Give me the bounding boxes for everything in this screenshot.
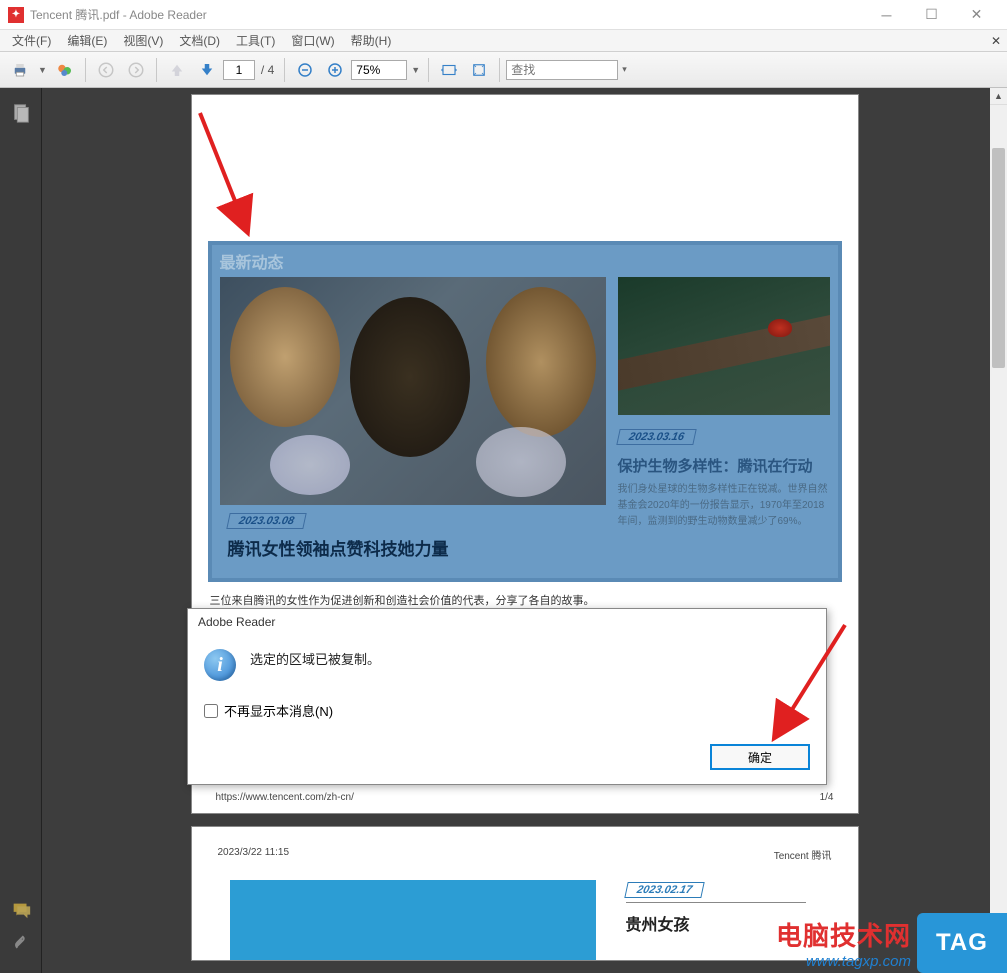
article-main-image xyxy=(220,277,606,505)
article-main-subtitle: 三位来自腾讯的女性作为促进创新和创造社会价值的代表，分享了各自的故事。 xyxy=(192,582,858,608)
info-icon: i xyxy=(204,649,236,681)
vertical-scrollbar[interactable]: ▲ xyxy=(990,88,1007,973)
page-down-button[interactable] xyxy=(193,56,221,84)
print-dropdown-icon[interactable]: ▼ xyxy=(36,65,49,75)
page2-header-left: 2023/3/22 11:15 xyxy=(218,847,290,862)
search-input[interactable] xyxy=(506,60,618,80)
titlebar: ✦ Tencent 腾讯.pdf - Adobe Reader ─ ☐ ✕ xyxy=(0,0,1007,30)
page2-title: 贵州女孩 xyxy=(626,911,832,935)
menu-view[interactable]: 视图(V) xyxy=(115,30,171,51)
zoom-dropdown-icon[interactable]: ▼ xyxy=(409,65,422,75)
scroll-up-icon[interactable]: ▲ xyxy=(990,88,1007,105)
menu-help[interactable]: 帮助(H) xyxy=(343,30,400,51)
app-icon: ✦ xyxy=(8,7,24,23)
footer-url: https://www.tencent.com/zh-cn/ xyxy=(216,792,354,803)
page-footer: https://www.tencent.com/zh-cn/ 1/4 xyxy=(192,792,858,803)
scroll-thumb[interactable] xyxy=(992,148,1005,368)
toolbar: ▼ / 4 ▼ ▾ xyxy=(0,52,1007,88)
separator xyxy=(428,58,429,82)
article-main-date: 2023.03.08 xyxy=(226,513,306,529)
menu-window[interactable]: 窗口(W) xyxy=(283,30,342,51)
window-controls: ─ ☐ ✕ xyxy=(864,1,999,29)
attachments-panel-icon[interactable] xyxy=(10,935,32,957)
separator xyxy=(156,58,157,82)
menu-edit[interactable]: 编辑(E) xyxy=(59,30,115,51)
sidebar xyxy=(0,88,42,973)
menu-file[interactable]: 文件(F) xyxy=(4,30,59,51)
document-close-icon[interactable]: ✕ xyxy=(991,34,1001,48)
page2-image xyxy=(230,880,596,960)
article-main-title: 腾讯女性领袖点赞科技她力量 xyxy=(220,533,606,566)
copy-dialog: Adobe Reader i 选定的区域已被复制。 不再显示本消息(N) 确定 xyxy=(187,608,827,785)
zoom-out-button[interactable] xyxy=(291,56,319,84)
nav-forward-button[interactable] xyxy=(122,56,150,84)
article-side-date: 2023.03.16 xyxy=(616,429,696,445)
footer-page-number: 1/4 xyxy=(820,792,834,803)
article-side-image xyxy=(618,277,830,415)
minimize-button[interactable]: ─ xyxy=(864,1,909,29)
pdf-page-2: 2023/3/22 11:15 Tencent 腾讯 2023.02.17 贵州… xyxy=(191,826,859,961)
maximize-button[interactable]: ☐ xyxy=(909,1,954,29)
dont-show-checkbox[interactable] xyxy=(204,704,218,718)
window-title: Tencent 腾讯.pdf - Adobe Reader xyxy=(30,6,864,23)
dialog-checkbox-row: 不再显示本消息(N) xyxy=(188,689,826,736)
dont-show-label: 不再显示本消息(N) xyxy=(224,701,333,720)
separator xyxy=(85,58,86,82)
page-number-input[interactable] xyxy=(223,60,255,80)
ok-button[interactable]: 确定 xyxy=(710,744,810,770)
close-button[interactable]: ✕ xyxy=(954,1,999,29)
page-up-button[interactable] xyxy=(163,56,191,84)
section-header: 最新动态 xyxy=(212,245,838,273)
fit-width-button[interactable] xyxy=(435,56,463,84)
fit-page-button[interactable] xyxy=(465,56,493,84)
separator xyxy=(499,58,500,82)
zoom-select[interactable] xyxy=(351,60,407,80)
article-main: 2023.03.08 腾讯女性领袖点赞科技她力量 xyxy=(220,277,606,566)
page-total-label: / 4 xyxy=(257,63,278,77)
comments-panel-icon[interactable] xyxy=(10,899,32,921)
email-button[interactable] xyxy=(51,56,79,84)
main-area: 最新动态 2023.03.08 腾讯女性领袖点赞科技她力量 xyxy=(0,88,1007,973)
zoom-in-button[interactable] xyxy=(321,56,349,84)
page2-header-right: Tencent 腾讯 xyxy=(774,847,832,862)
dialog-message: 选定的区域已被复制。 xyxy=(250,649,380,668)
separator xyxy=(284,58,285,82)
search-dropdown-icon[interactable]: ▾ xyxy=(620,64,629,75)
article-side-title: 保护生物多样性：腾讯在行动 xyxy=(618,449,830,482)
page2-date: 2023.02.17 xyxy=(624,882,704,898)
article-side-desc: 我们身处星球的生物多样性正在锐减。世界自然基金会2020年的一份报告显示，197… xyxy=(618,482,830,530)
article-side: 2023.03.16 保护生物多样性：腾讯在行动 我们身处星球的生物多样性正在锐… xyxy=(618,277,830,566)
menubar: 文件(F) 编辑(E) 视图(V) 文档(D) 工具(T) 窗口(W) 帮助(H… xyxy=(0,30,1007,52)
nav-back-button[interactable] xyxy=(92,56,120,84)
dialog-title: Adobe Reader xyxy=(188,609,826,635)
menu-tools[interactable]: 工具(T) xyxy=(228,30,283,51)
print-button[interactable] xyxy=(6,56,34,84)
menu-document[interactable]: 文档(D) xyxy=(171,30,228,51)
document-area[interactable]: 最新动态 2023.03.08 腾讯女性领袖点赞科技她力量 xyxy=(42,88,1007,973)
news-block: 最新动态 2023.03.08 腾讯女性领袖点赞科技她力量 xyxy=(208,241,842,582)
pages-panel-icon[interactable] xyxy=(10,102,32,124)
